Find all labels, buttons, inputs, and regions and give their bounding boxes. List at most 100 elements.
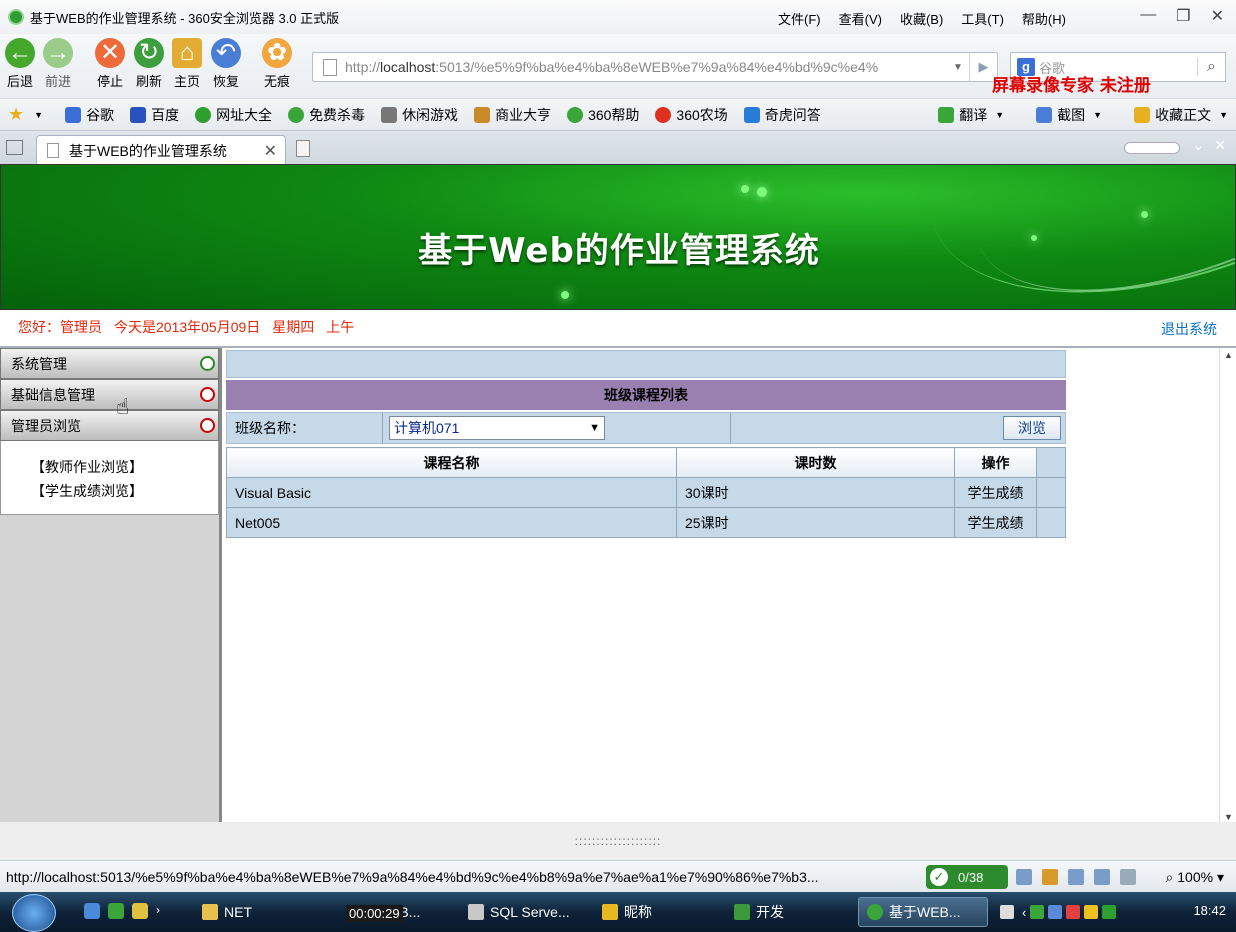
menu-tools[interactable]: 工具(T)	[961, 9, 1004, 28]
fav-business[interactable]: 商业大亨	[474, 105, 551, 125]
submenu-teacher-homework[interactable]: 【教师作业浏览】	[31, 455, 218, 479]
security-counter[interactable]: ✓ 0/38	[926, 865, 1008, 889]
task-browser-active[interactable]: 基于WEB...	[858, 897, 988, 927]
address-dropdown-icon[interactable]: ▼	[953, 62, 969, 73]
browse-button-cell: 浏览	[731, 413, 1065, 443]
maximize-icon[interactable]: ❐	[1176, 6, 1190, 26]
shield-icon	[288, 106, 305, 123]
save-article-label: 收藏正文	[1155, 107, 1212, 123]
desktop-icon[interactable]	[132, 903, 148, 919]
logout-link[interactable]: 退出系统	[1161, 319, 1217, 339]
sql-server-icon	[468, 904, 484, 920]
plus-circle-icon	[195, 106, 212, 123]
fav-games[interactable]: 休闲游戏	[381, 105, 458, 125]
scroll-down-icon[interactable]: ▼	[1224, 812, 1233, 822]
task-nickname[interactable]: 昵称	[602, 897, 652, 927]
expand-toggle-icon[interactable]	[200, 387, 215, 402]
screenshot-button[interactable]: 截图 ▼	[1036, 105, 1102, 125]
fav-google[interactable]: 谷歌	[65, 105, 114, 125]
fav-360-farm[interactable]: 360农场	[655, 105, 728, 125]
stop-button[interactable]: ✕ 停止	[92, 38, 128, 90]
tray-app-icon[interactable]	[1066, 905, 1081, 919]
game-icon[interactable]	[1042, 869, 1058, 885]
refresh-button[interactable]: ↻ 刷新	[131, 38, 167, 90]
back-button[interactable]: ← 后退	[2, 38, 38, 90]
stealth-button[interactable]: ✿ 无痕	[259, 38, 295, 90]
menu-admin-browse[interactable]: 管理员浏览	[0, 410, 219, 441]
vertical-scrollbar[interactable]: ▲ ▼	[1219, 348, 1236, 824]
admin-browse-submenu: 【教师作业浏览】 【学生成绩浏览】	[0, 441, 219, 515]
forward-arrow-icon: →	[43, 38, 73, 68]
forward-label: 前进	[44, 74, 71, 89]
favorites-star-button[interactable]: ★ ▼	[8, 104, 43, 125]
tab-search-pill[interactable]	[1124, 142, 1180, 154]
stop-label: 停止	[96, 74, 123, 89]
task-develop[interactable]: 开发	[734, 897, 784, 927]
collapse-toggle-icon[interactable]	[200, 418, 215, 433]
menu-favorites[interactable]: 收藏(B)	[900, 9, 943, 28]
keyboard-icon[interactable]	[1000, 905, 1014, 919]
menu-help[interactable]: 帮助(H)	[1022, 9, 1066, 28]
tray-app-icon[interactable]	[1030, 905, 1045, 919]
sidebar-toggle-icon[interactable]	[6, 140, 23, 155]
expand-toggle-icon[interactable]	[200, 356, 215, 371]
class-select[interactable]: 计算机071 ▼	[389, 416, 605, 440]
fav-url-directory[interactable]: 网址大全	[195, 105, 272, 125]
menu-file[interactable]: 文件(F)	[778, 9, 821, 28]
network-icon[interactable]	[1048, 905, 1063, 919]
frame-splitter[interactable]: ::::::::::::::::::::	[0, 822, 1236, 860]
home-button[interactable]: ⌂ 主页	[169, 38, 205, 90]
ie-icon[interactable]	[84, 903, 100, 919]
fav-label: 谷歌	[86, 106, 115, 123]
minimize-icon[interactable]: —	[1140, 6, 1156, 26]
fav-baidu[interactable]: 百度	[130, 105, 179, 125]
qq-icon[interactable]	[1084, 905, 1099, 919]
close-icon[interactable]: ✕	[1211, 6, 1224, 26]
zoom-level[interactable]: ⌕ 100% ▾	[1166, 869, 1224, 886]
fav-qihoo-qa[interactable]: 奇虎问答	[743, 105, 821, 125]
save-article-button[interactable]: 收藏正文 ▼	[1134, 105, 1228, 125]
browser-logo-icon	[8, 9, 24, 25]
scroll-up-icon[interactable]: ▲	[1224, 350, 1233, 360]
student-grades-link[interactable]: 学生成绩	[954, 477, 1037, 508]
stealth-label: 无痕	[263, 74, 290, 89]
menu-view[interactable]: 查看(V)	[839, 9, 882, 28]
browse-button[interactable]: 浏览	[1003, 416, 1061, 440]
tab-active[interactable]: 基于WEB的作业管理系统 ✕	[36, 135, 286, 165]
search-icon[interactable]: ⌕	[1197, 58, 1225, 76]
fav-360-help[interactable]: 360帮助	[567, 105, 639, 125]
start-button-icon[interactable]	[12, 894, 56, 932]
submenu-student-grades[interactable]: 【学生成绩浏览】	[31, 479, 218, 503]
address-url[interactable]: http://localhost:5013/%e5%9f%ba%e4%ba%8e…	[345, 59, 953, 75]
more-icon[interactable]: ›	[156, 903, 172, 919]
page-icon	[47, 143, 59, 158]
shield-icon[interactable]	[1102, 905, 1117, 919]
class-select-cell: 计算机071 ▼	[383, 413, 731, 443]
forward-button[interactable]: → 前进	[40, 38, 76, 90]
window-title-bar: 基于WEB的作业管理系统 - 360安全浏览器 3.0 正式版 文件(F) 查看…	[0, 0, 1236, 34]
translate-button[interactable]: 翻译 ▼	[938, 105, 1004, 125]
task-sql-server[interactable]: SQL Serve...	[468, 897, 570, 927]
360-browser-icon[interactable]	[108, 903, 124, 919]
menu-system-management[interactable]: 系统管理	[0, 348, 219, 379]
address-bar[interactable]: http://localhost:5013/%e5%9f%ba%e4%ba%8e…	[312, 52, 998, 82]
undo-icon: ↶	[211, 38, 241, 68]
monitor-icon[interactable]	[1068, 869, 1084, 885]
task-net-folder[interactable]: NET	[202, 897, 252, 927]
speaker-icon[interactable]	[1120, 869, 1136, 885]
home-label: 主页	[173, 74, 200, 89]
tab-close-icon[interactable]: ✕	[264, 141, 277, 161]
fav-antivirus[interactable]: 免费杀毒	[288, 105, 365, 125]
window-icon[interactable]	[1094, 869, 1110, 885]
quick-launch: ›	[84, 903, 172, 919]
new-tab-icon[interactable]	[296, 140, 310, 157]
close-tab-strip-icon[interactable]: ✕	[1214, 137, 1226, 154]
main-panel: 班级课程列表 班级名称： 计算机071 ▼ 浏览 课程名称 课时数 操作 Vis…	[226, 350, 1066, 538]
chevron-down-icon: ▼	[34, 109, 44, 120]
restore-button[interactable]: ↶ 恢复	[208, 38, 244, 90]
student-grades-link[interactable]: 学生成绩	[954, 507, 1037, 538]
tab-list-icon[interactable]: ⌄	[1193, 137, 1205, 154]
tray-expand-icon[interactable]: ‹	[1022, 905, 1026, 920]
download-icon[interactable]	[1016, 869, 1032, 885]
menu-basic-info-management[interactable]: 基础信息管理	[0, 379, 219, 410]
